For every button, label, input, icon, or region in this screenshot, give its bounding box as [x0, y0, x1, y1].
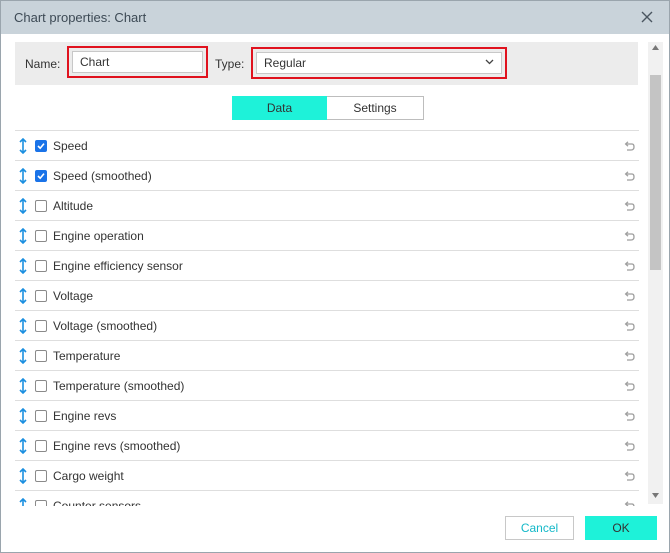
reset-icon[interactable] [623, 320, 635, 332]
sensor-label: Cargo weight [53, 469, 124, 483]
sensor-checkbox[interactable] [35, 140, 47, 152]
drag-handle-icon[interactable] [18, 408, 28, 424]
sensor-checkbox[interactable] [35, 290, 47, 302]
scroll-down-arrow-icon[interactable] [652, 493, 659, 498]
ok-button[interactable]: OK [585, 516, 657, 540]
sensor-row[interactable]: Counter sensors [15, 490, 639, 506]
tab-bar: Data Settings [232, 96, 424, 120]
scrollbar-thumb[interactable] [650, 75, 661, 270]
chevron-down-icon [485, 59, 494, 65]
cancel-button[interactable]: Cancel [505, 516, 574, 540]
drag-handle-icon[interactable] [18, 288, 28, 304]
sensor-row[interactable]: Temperature [15, 340, 639, 370]
reset-icon[interactable] [623, 170, 635, 182]
scrollbar[interactable] [648, 42, 663, 504]
name-label: Name: [25, 57, 61, 71]
sensor-label: Engine operation [53, 229, 144, 243]
reset-icon[interactable] [623, 230, 635, 242]
close-icon [641, 11, 653, 23]
sensor-label: Speed [53, 139, 88, 153]
sensor-row[interactable]: Speed (smoothed) [15, 160, 639, 190]
scroll-up-arrow-icon[interactable] [652, 45, 659, 50]
type-select[interactable]: Regular [256, 52, 502, 74]
sensor-row[interactable]: Temperature (smoothed) [15, 370, 639, 400]
reset-icon[interactable] [623, 350, 635, 362]
sensor-list: Speed Speed (smoothed) Altitude Engine oper… [15, 130, 639, 506]
drag-handle-icon[interactable] [18, 468, 28, 484]
dialog-title: Chart properties: Chart [14, 10, 147, 25]
sensor-row[interactable]: Voltage [15, 280, 639, 310]
sensor-label: Altitude [53, 199, 94, 213]
drag-handle-icon[interactable] [18, 438, 28, 454]
drag-handle-icon[interactable] [18, 498, 28, 506]
reset-icon[interactable] [623, 410, 635, 422]
drag-handle-icon[interactable] [18, 258, 28, 274]
type-select-value: Regular [264, 56, 307, 70]
sensor-label: Counter sensors [53, 499, 142, 506]
sensor-checkbox[interactable] [35, 440, 47, 452]
sensor-checkbox[interactable] [35, 380, 47, 392]
sensor-row[interactable]: Engine revs [15, 400, 639, 430]
drag-handle-icon[interactable] [18, 318, 28, 334]
sensor-row[interactable]: Engine efficiency sensor [15, 250, 639, 280]
reset-icon[interactable] [623, 470, 635, 482]
close-button[interactable] [637, 7, 657, 27]
sensor-checkbox[interactable] [35, 500, 47, 506]
tab-settings[interactable]: Settings [327, 96, 424, 120]
sensor-row[interactable]: Speed [15, 130, 639, 160]
sensor-row[interactable]: Cargo weight [15, 460, 639, 490]
sensor-label: Engine revs (smoothed) [53, 439, 181, 453]
chart-properties-dialog: Chart properties: Chart Name: Chart Type… [0, 0, 670, 553]
drag-handle-icon[interactable] [18, 378, 28, 394]
drag-handle-icon[interactable] [18, 198, 28, 214]
sensor-label: Engine revs [53, 409, 117, 423]
type-highlight-box: Regular [251, 47, 507, 79]
tab-data[interactable]: Data [232, 96, 327, 120]
reset-icon[interactable] [623, 380, 635, 392]
reset-icon[interactable] [623, 140, 635, 152]
type-label: Type: [215, 57, 245, 71]
name-highlight-box: Chart [67, 46, 208, 78]
sensor-label: Engine efficiency sensor [53, 259, 183, 273]
drag-handle-icon[interactable] [18, 168, 28, 184]
sensor-label: Temperature [53, 349, 121, 363]
sensor-row[interactable]: Voltage (smoothed) [15, 310, 639, 340]
sensor-row[interactable]: Altitude [15, 190, 639, 220]
sensor-checkbox[interactable] [35, 350, 47, 362]
sensor-checkbox[interactable] [35, 470, 47, 482]
sensor-checkbox[interactable] [35, 230, 47, 242]
sensor-label: Voltage (smoothed) [53, 319, 158, 333]
properties-bar: Name: Chart Type: Regular [15, 42, 638, 85]
sensor-checkbox[interactable] [35, 410, 47, 422]
name-input[interactable]: Chart [72, 51, 203, 73]
sensor-row[interactable]: Engine operation [15, 220, 639, 250]
reset-icon[interactable] [623, 200, 635, 212]
sensor-checkbox[interactable] [35, 320, 47, 332]
sensor-checkbox[interactable] [35, 200, 47, 212]
dialog-titlebar: Chart properties: Chart [1, 1, 669, 34]
drag-handle-icon[interactable] [18, 138, 28, 154]
drag-handle-icon[interactable] [18, 348, 28, 364]
sensor-checkbox[interactable] [35, 170, 47, 182]
sensor-row[interactable]: Engine revs (smoothed) [15, 430, 639, 460]
sensor-label: Speed (smoothed) [53, 169, 152, 183]
sensor-label: Voltage [53, 289, 94, 303]
sensor-checkbox[interactable] [35, 260, 47, 272]
reset-icon[interactable] [623, 440, 635, 452]
reset-icon[interactable] [623, 500, 635, 506]
reset-icon[interactable] [623, 260, 635, 272]
drag-handle-icon[interactable] [18, 228, 28, 244]
reset-icon[interactable] [623, 290, 635, 302]
sensor-label: Temperature (smoothed) [53, 379, 185, 393]
